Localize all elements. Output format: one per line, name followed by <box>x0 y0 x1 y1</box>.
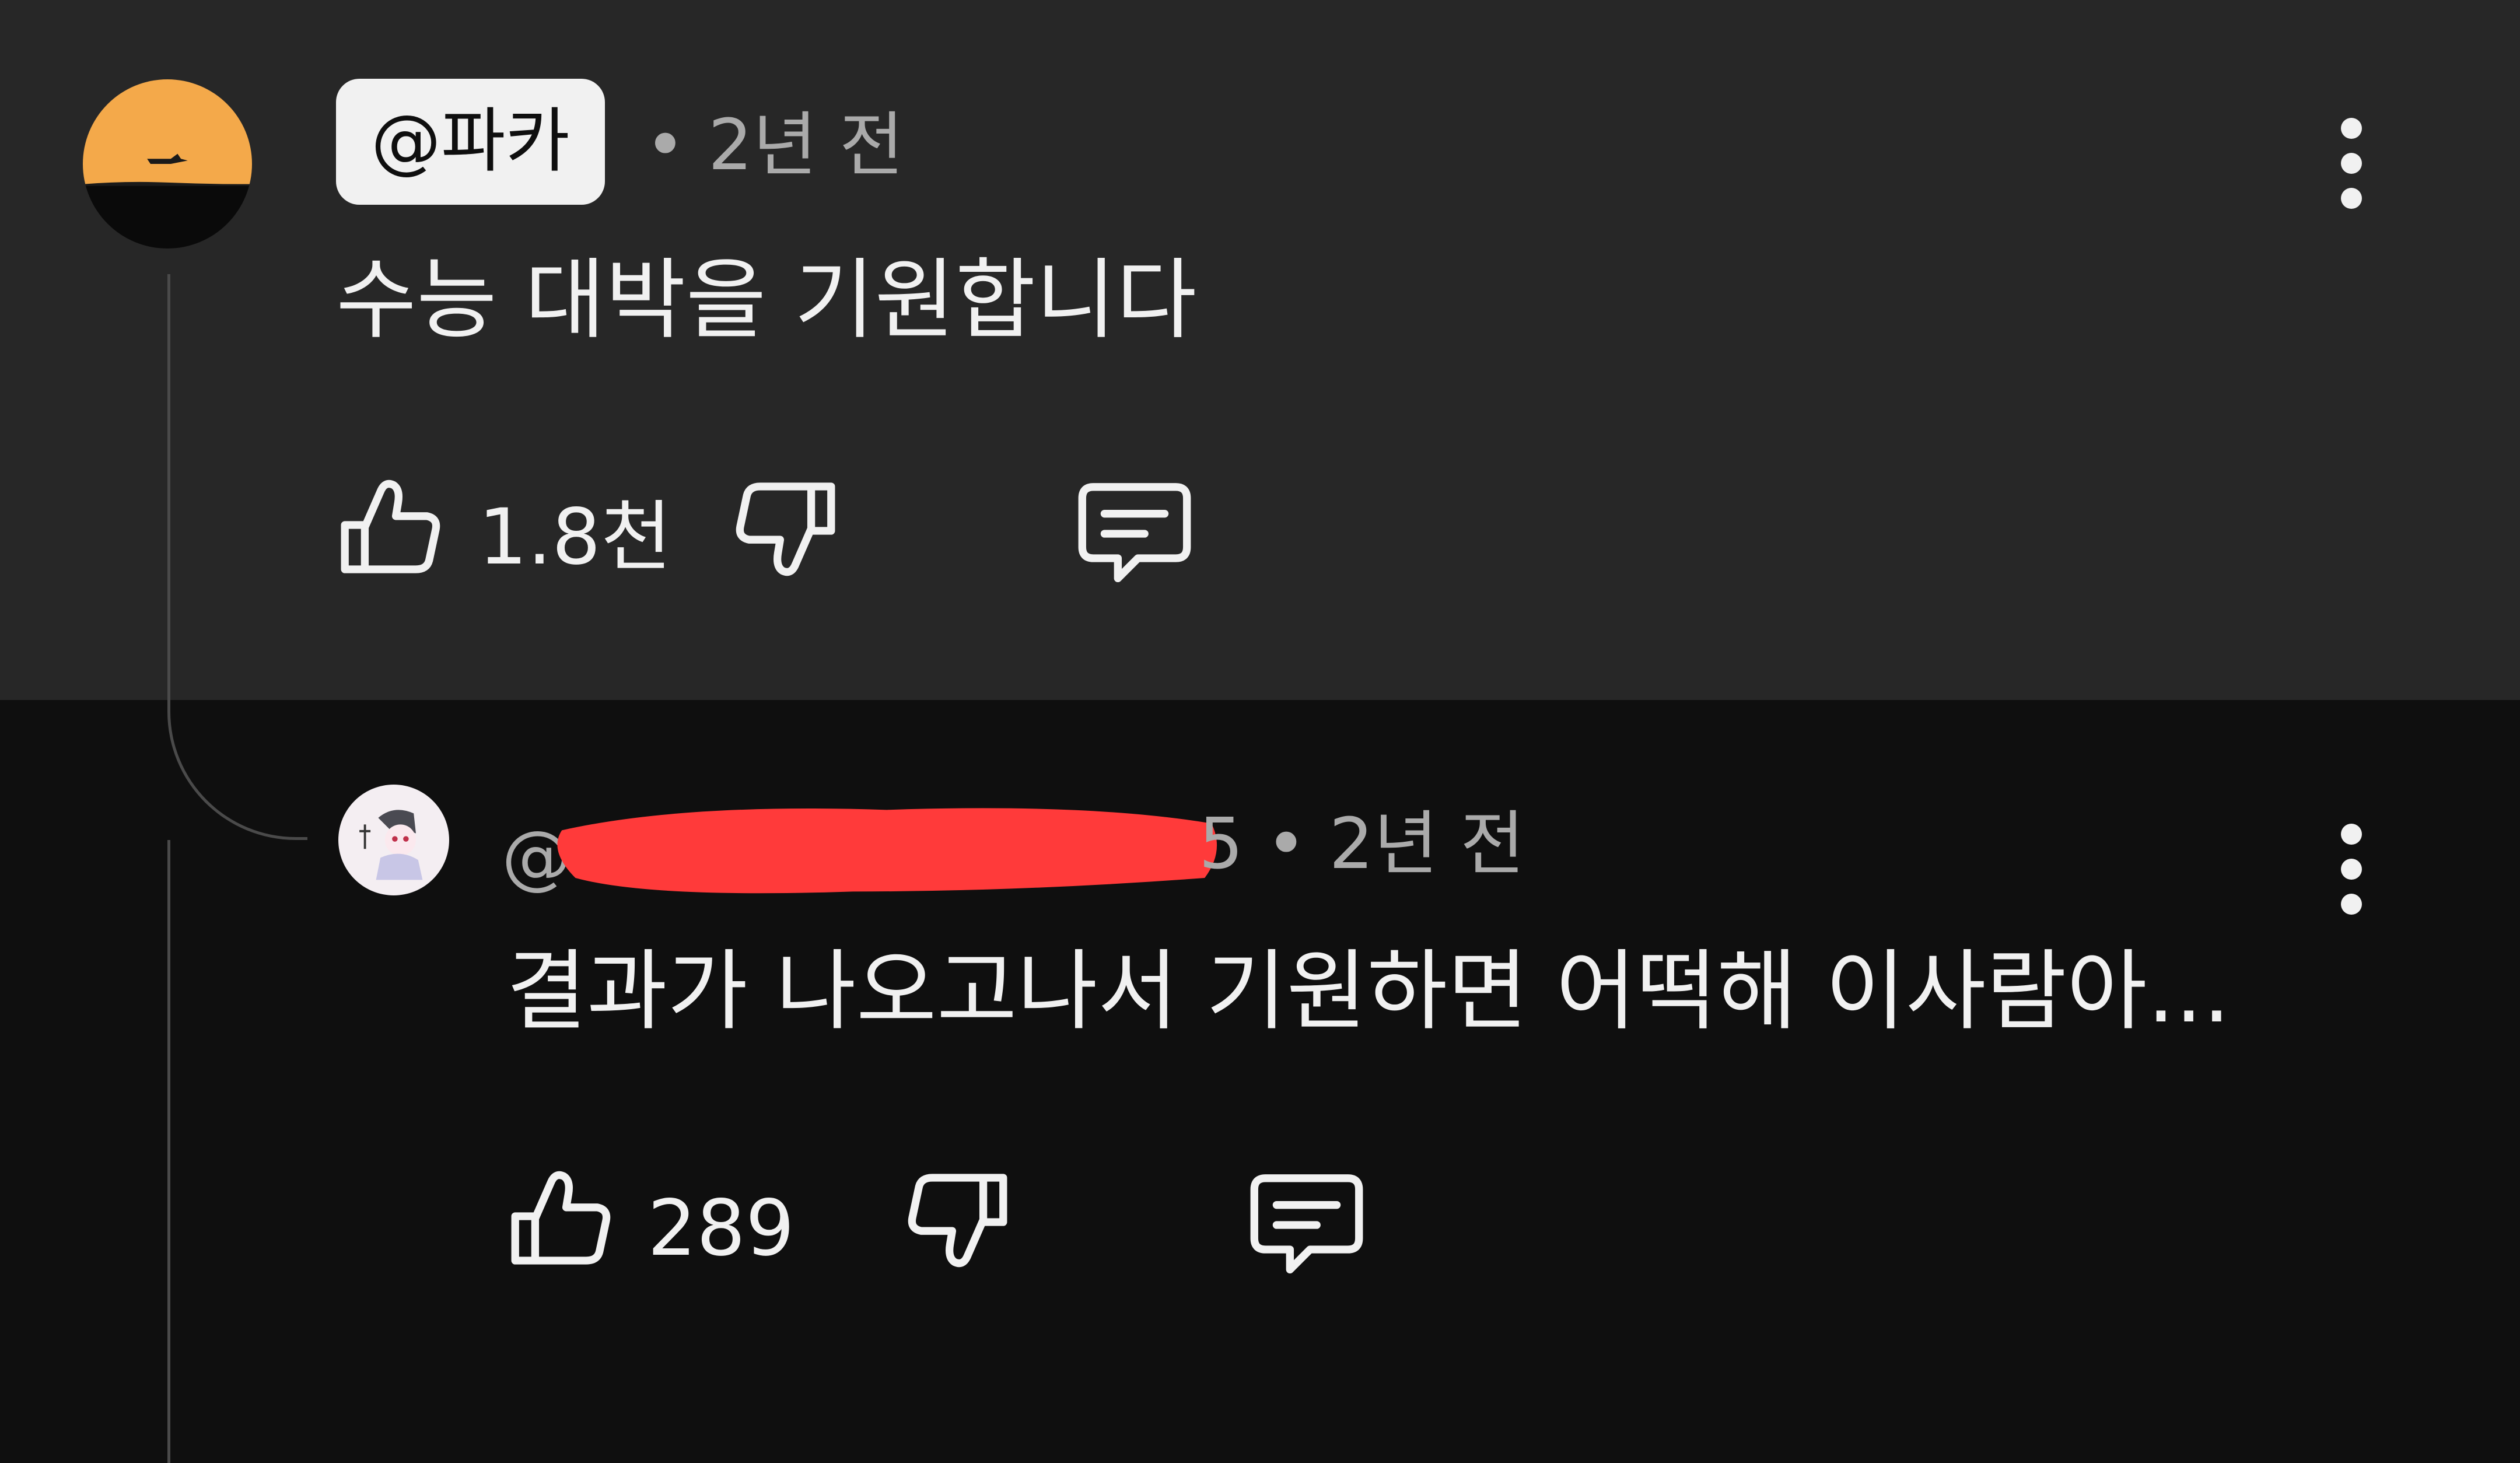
parent-dislike-button[interactable] <box>729 475 840 586</box>
more-vert-icon <box>2341 824 2362 915</box>
reply-reply-button[interactable] <box>1245 1167 1368 1283</box>
reply-author-avatar[interactable] <box>338 785 449 895</box>
reply-like-button[interactable] <box>506 1161 617 1272</box>
reply-more-options-button[interactable] <box>2334 822 2369 916</box>
parent-author-chip[interactable]: @파카 <box>336 79 605 205</box>
sunset-silhouette-icon <box>83 79 252 249</box>
parent-more-options-button[interactable] <box>2334 117 2369 210</box>
reply-dislike-button[interactable] <box>901 1167 1012 1278</box>
reply-like-count: 289 <box>648 1184 794 1273</box>
parent-author-avatar[interactable] <box>83 79 252 249</box>
parent-like-count: 1.8천 <box>478 492 672 582</box>
comment-reply-icon <box>1078 483 1191 583</box>
reply-comment-text: 결과가 나오고나서 기원하면 어떡해 이사람아... <box>506 941 2231 1042</box>
parent-author-name: @파카 <box>371 101 570 182</box>
thumbs-up-icon <box>511 1171 611 1265</box>
reply-comment-meta: 5 • 2년 전 <box>1199 804 1525 885</box>
parent-reply-button[interactable] <box>1073 475 1196 592</box>
thread-line <box>167 274 170 700</box>
redaction-mark <box>548 796 1225 898</box>
thumbs-down-icon <box>908 1174 1007 1268</box>
thumbs-down-icon <box>736 482 835 576</box>
anime-character-avatar-icon <box>338 785 449 895</box>
comment-reply-icon <box>1250 1174 1363 1274</box>
parent-like-button[interactable] <box>336 470 447 580</box>
thread-line-continued <box>167 840 170 1463</box>
parent-comment-text: 수능 대박을 기원합니다 <box>336 250 1197 351</box>
thumbs-up-icon <box>341 480 440 573</box>
more-vert-icon <box>2341 118 2362 209</box>
parent-comment-meta: • 2년 전 <box>645 105 904 186</box>
